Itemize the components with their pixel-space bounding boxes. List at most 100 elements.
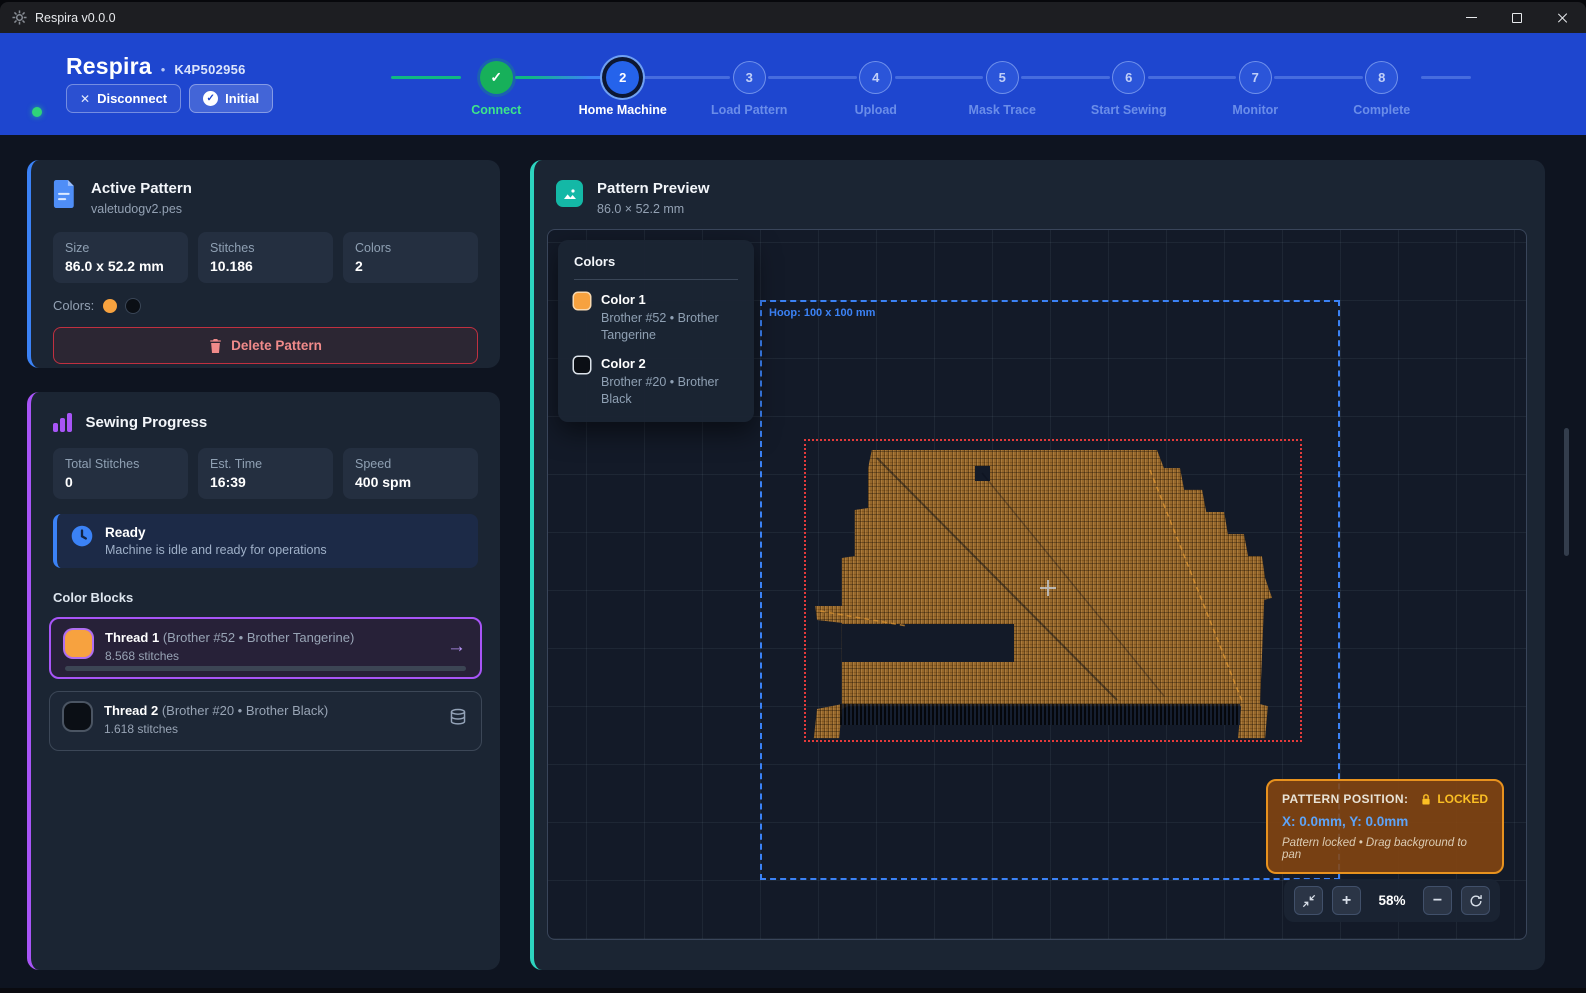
- delete-pattern-button[interactable]: Delete Pattern: [53, 327, 478, 364]
- step-complete[interactable]: 8 Complete: [1319, 61, 1446, 117]
- thread-2-swatch: [64, 703, 91, 730]
- brand-title: Respira: [66, 53, 152, 80]
- step-2-circle: 2: [606, 61, 639, 94]
- close-button[interactable]: [1540, 2, 1586, 33]
- thread-1-stitches: 8.568 stitches: [105, 649, 354, 663]
- disconnect-x-icon: ✕: [80, 92, 90, 106]
- status-message: Machine is idle and ready for operations: [105, 543, 327, 557]
- colors-label: Colors:: [53, 298, 94, 313]
- initial-check-icon: ✓: [203, 91, 218, 106]
- app-icon: [12, 10, 27, 25]
- thread-2-stitches: 1.618 stitches: [104, 722, 328, 736]
- step-3-circle: 3: [733, 61, 766, 94]
- step-8-circle: 8: [1365, 61, 1398, 94]
- preview-dimensions: 86.0 × 52.2 mm: [597, 202, 710, 216]
- pattern-filename: valetudogv2.pes: [91, 202, 192, 216]
- step-home-machine[interactable]: 2 Home Machine: [560, 61, 687, 117]
- preview-canvas[interactable]: Hoop: 100 x 100 mm Colors Color 1: [547, 229, 1527, 940]
- step-8-label: Complete: [1353, 103, 1410, 117]
- black-thread-stitches: [840, 704, 1240, 725]
- brand-separator: •: [161, 62, 166, 77]
- stat-colors: Colors 2: [343, 232, 478, 283]
- stat-size: Size 86.0 x 52.2 mm: [53, 232, 188, 283]
- sewing-progress-card: Sewing Progress Total Stitches 0 Est. Ti…: [27, 392, 500, 970]
- thread-1-swatch: [65, 630, 92, 657]
- step-4-circle: 4: [859, 61, 892, 94]
- step-start-sewing[interactable]: 6 Start Sewing: [1066, 61, 1193, 117]
- position-hint: Pattern locked • Drag background to pan: [1282, 837, 1488, 861]
- thread-2-name: Thread 2: [104, 703, 158, 718]
- bar-chart-icon: [53, 412, 72, 432]
- step-load-pattern[interactable]: 3 Load Pattern: [686, 61, 813, 117]
- legend-swatch-1: [574, 293, 590, 309]
- stack-icon: [449, 708, 467, 731]
- maximize-button[interactable]: [1494, 2, 1540, 33]
- stat-total-stitches: Total Stitches 0: [53, 448, 188, 499]
- colors-legend: Colors Color 1 Brother #52 • Brother Tan…: [558, 240, 754, 422]
- step-5-label: Mask Trace: [969, 103, 1036, 117]
- hoop-label: Hoop: 100 x 100 mm: [769, 307, 875, 319]
- lock-icon: [1420, 793, 1432, 806]
- legend-entry-1: Color 1 Brother #52 • Brother Tangerine: [574, 292, 738, 344]
- image-icon: [556, 180, 583, 207]
- pattern-preview-card: Pattern Preview 86.0 × 52.2 mm Hoop: 100…: [530, 160, 1545, 970]
- fit-icon: [1302, 894, 1316, 908]
- app-header: Respira • K4P502956 ✕ Disconnect ✓ Initi…: [0, 33, 1586, 135]
- color-dot-black: [126, 299, 140, 313]
- stat-stitches: Stitches 10.186: [198, 232, 333, 283]
- preview-title: Pattern Preview: [597, 180, 710, 197]
- zoom-out-button[interactable]: −: [1423, 886, 1452, 915]
- reset-view-button[interactable]: [1461, 886, 1490, 915]
- thread-row-1[interactable]: Thread 1 (Brother #52 • Brother Tangerin…: [49, 617, 482, 679]
- pattern-notch: [842, 624, 1014, 662]
- step-1-label: Connect: [471, 103, 521, 117]
- window-scrollbar[interactable]: [1564, 428, 1569, 556]
- step-3-label: Load Pattern: [711, 103, 787, 117]
- close-icon: [1557, 12, 1569, 24]
- initial-button[interactable]: ✓ Initial: [189, 84, 273, 113]
- step-5-circle: 5: [986, 61, 1019, 94]
- active-pattern-card: Active Pattern valetudogv2.pes Size 86.0…: [27, 160, 500, 368]
- pattern-notch-small: [975, 466, 990, 481]
- minimize-button[interactable]: [1448, 2, 1494, 33]
- color-dot-orange: [103, 299, 117, 313]
- refresh-icon: [1469, 894, 1483, 908]
- trash-icon: [209, 339, 222, 353]
- step-monitor[interactable]: 7 Monitor: [1192, 61, 1319, 117]
- legend-entry-2: Color 2 Brother #20 • Brother Black: [574, 356, 738, 408]
- clock-icon: [71, 525, 93, 547]
- step-connect[interactable]: ✓ Connect: [433, 61, 560, 117]
- locked-badge: LOCKED: [1437, 792, 1488, 806]
- thread-row-2[interactable]: Thread 2 (Brother #20 • Brother Black) 1…: [49, 691, 482, 751]
- position-coordinates: X: 0.0mm, Y: 0.0mm: [1282, 814, 1488, 829]
- zoom-in-button[interactable]: +: [1332, 886, 1361, 915]
- thread-1-progress-bar: [65, 666, 466, 671]
- active-pattern-title: Active Pattern: [91, 180, 192, 197]
- status-title: Ready: [105, 525, 327, 540]
- step-7-circle: 7: [1239, 61, 1272, 94]
- step-6-circle: 6: [1112, 61, 1145, 94]
- step-6-label: Start Sewing: [1091, 103, 1167, 117]
- pattern-position-overlay: PATTERN POSITION: LOCKED X: 0.0mm, Y: 0.…: [1266, 779, 1504, 874]
- zoom-controls: + 58% −: [1284, 879, 1500, 922]
- fit-to-screen-button[interactable]: [1294, 886, 1323, 915]
- thread-1-name: Thread 1: [105, 630, 159, 645]
- step-2-label: Home Machine: [579, 103, 667, 117]
- maximize-icon: [1512, 13, 1522, 23]
- step-4-label: Upload: [855, 103, 897, 117]
- step-upload[interactable]: 4 Upload: [813, 61, 940, 117]
- machine-serial: K4P502956: [174, 62, 245, 77]
- step-7-label: Monitor: [1232, 103, 1278, 117]
- disconnect-button[interactable]: ✕ Disconnect: [66, 84, 181, 113]
- position-label: PATTERN POSITION:: [1282, 792, 1408, 806]
- legend-title: Colors: [574, 254, 738, 280]
- minimize-icon: [1466, 17, 1477, 19]
- thread-1-detail: (Brother #52 • Brother Tangerine): [163, 630, 354, 645]
- stat-est-time: Est. Time 16:39: [198, 448, 333, 499]
- step-mask-trace[interactable]: 5 Mask Trace: [939, 61, 1066, 117]
- disconnect-label: Disconnect: [97, 91, 167, 106]
- sewing-progress-title: Sewing Progress: [86, 414, 208, 431]
- legend-swatch-2: [574, 357, 590, 373]
- step-1-check-icon: ✓: [480, 61, 513, 94]
- window-title: Respira v0.0.0: [35, 11, 116, 25]
